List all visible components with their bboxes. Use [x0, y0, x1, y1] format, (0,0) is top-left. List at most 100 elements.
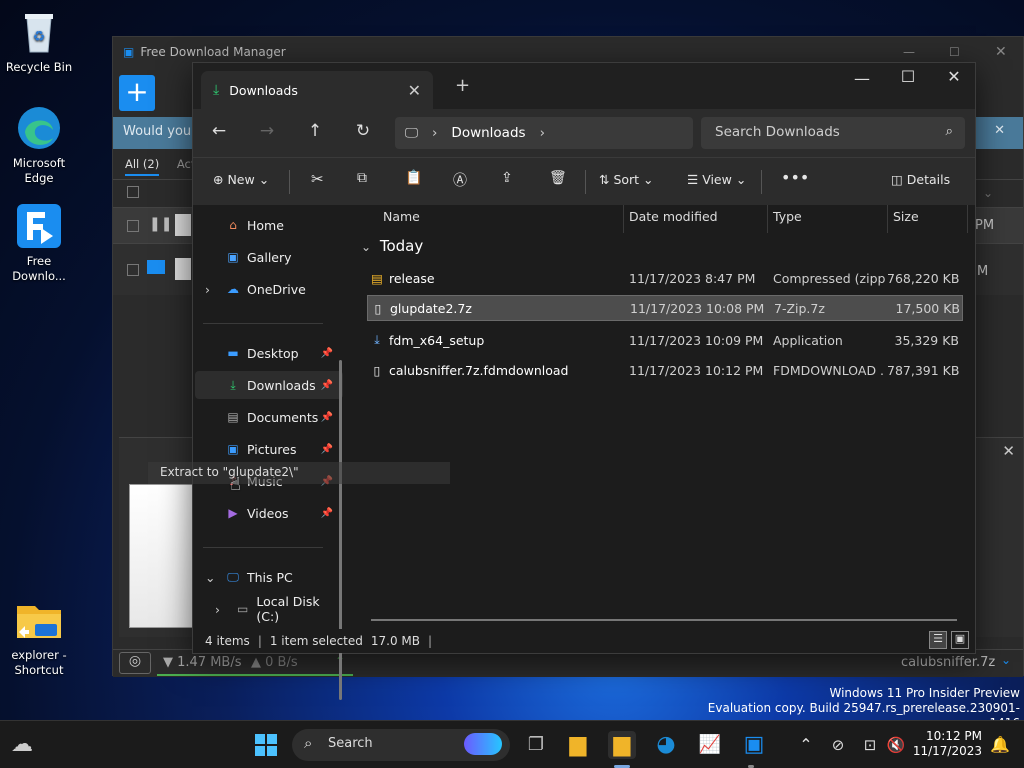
file-row-selected[interactable]: ▯ glupdate2.7z 11/17/2023 10:08 PM 7-Zip… — [367, 295, 963, 321]
new-tab-button[interactable]: + — [455, 75, 470, 96]
copilot-icon[interactable] — [464, 733, 502, 755]
file-name: fdm_x64_setup — [389, 332, 485, 348]
rename-icon[interactable]: Ⓐ — [453, 170, 467, 190]
system-clock[interactable]: 10:12 PM 11/17/2023 — [900, 729, 982, 759]
tab-downloads[interactable]: ⤓ Downloads ✕ — [201, 71, 433, 109]
up-button[interactable]: ↑ — [303, 121, 327, 141]
desktop-icon-edge[interactable]: Microsoft Edge — [1, 104, 77, 186]
close-icon[interactable]: ✕ — [1002, 442, 1015, 460]
chevron-right-icon[interactable]: › — [205, 282, 210, 297]
taskbar-search[interactable]: ⌕ Search — [292, 729, 510, 761]
chevron-down-icon[interactable]: ⌄ — [1001, 653, 1011, 667]
chevron-down-icon[interactable]: ⌄ — [983, 186, 993, 200]
start-icon[interactable] — [252, 731, 280, 759]
sidebar-item-localdisk[interactable]: › ▭ Local Disk (C:) — [195, 594, 343, 624]
chevron-down-icon[interactable]: ⌄ — [205, 570, 215, 585]
sidebar-item-desktop[interactable]: ▬ Desktop 📌 — [195, 339, 343, 367]
sidebar-item-downloads[interactable]: ⤓ Downloads 📌 — [195, 371, 343, 399]
delete-icon[interactable]: 🗑 — [549, 170, 567, 186]
file-row[interactable]: ▯ calubsniffer.7z.fdmdownload 11/17/2023… — [367, 357, 963, 383]
chevron-down-icon[interactable]: ⌄ — [361, 240, 371, 254]
desktop-icon-explorer-shortcut[interactable]: explorer - Shortcut — [1, 596, 77, 678]
view-button[interactable]: ☰ View ⌄ — [687, 172, 746, 187]
close-icon[interactable]: ✕ — [995, 44, 1007, 60]
address-bar[interactable]: 🖵 › Downloads › — [395, 117, 693, 149]
forward-button[interactable]: → — [255, 121, 279, 141]
more-options-icon[interactable]: ••• — [781, 168, 809, 187]
upload-speed-value: 0 B/s — [265, 655, 298, 670]
chevron-right-icon[interactable]: › — [215, 602, 220, 617]
cut-icon[interactable]: ✂ — [311, 170, 324, 188]
maximize-icon[interactable]: ☐ — [949, 45, 960, 59]
task-manager-icon[interactable]: 📈 — [696, 731, 724, 759]
sidebar-item-pictures[interactable]: ▣ Pictures 📌 — [195, 435, 343, 463]
task-view-icon[interactable]: ❐ — [522, 731, 550, 759]
sidebar-item-label: Documents — [247, 409, 319, 425]
row-checkbox[interactable] — [127, 264, 139, 276]
no-network-icon[interactable]: ⊘ — [824, 731, 852, 759]
column-header-date[interactable]: Date modified — [629, 209, 718, 233]
minimize-button[interactable]: — — [839, 69, 885, 88]
sort-button[interactable]: ⇅ Sort ⌄ — [599, 172, 654, 187]
paste-icon[interactable]: 📋 — [405, 170, 422, 186]
no-camera-icon[interactable]: ⊡ — [856, 731, 884, 759]
column-header-type[interactable]: Type — [773, 209, 802, 233]
notification-bell-icon[interactable]: 🔔 — [986, 731, 1014, 759]
snail-icon[interactable]: ◎ — [119, 652, 151, 674]
column-header-name[interactable]: Name — [383, 209, 420, 233]
chevron-up-icon[interactable]: ⌃ — [792, 731, 820, 759]
horizontal-scrollbar[interactable] — [371, 619, 957, 621]
refresh-button[interactable]: ↻ — [351, 121, 375, 141]
desktop-icon-recycle-bin[interactable]: ♻ Recycle Bin — [1, 8, 77, 75]
edge-icon[interactable]: ◕ — [652, 731, 680, 759]
chevron-right-icon[interactable]: › — [432, 125, 437, 141]
details-button[interactable]: ◫ Details — [891, 172, 950, 187]
weather-icon[interactable]: ☁ — [8, 731, 36, 759]
upload-speed: ▲ 0 B/s — [251, 655, 298, 670]
search-icon: ⌕ — [304, 734, 313, 752]
back-button[interactable]: ← — [207, 121, 231, 141]
pause-icon[interactable]: ❚❚ — [149, 216, 172, 232]
close-button[interactable]: ✕ — [931, 67, 977, 86]
copy-icon[interactable]: ⧉ — [357, 170, 367, 186]
pin-icon[interactable]: 📌 — [321, 444, 333, 455]
folder-icon[interactable] — [147, 260, 165, 274]
tab-all[interactable]: All (2) — [125, 157, 160, 176]
sidebar-item-home[interactable]: ⌂ Home — [195, 211, 343, 239]
fdm-app-icon[interactable]: ▣ — [740, 731, 768, 759]
chevron-right-icon[interactable]: › — [540, 125, 545, 141]
desktop-icon-fdm[interactable]: Free Downlo... — [1, 202, 77, 284]
sidebar-item-documents[interactable]: ▤ Documents 📌 — [195, 403, 343, 431]
details-view-icon[interactable]: ☰ — [929, 631, 947, 649]
pin-icon[interactable]: 📌 — [321, 380, 333, 391]
pin-icon[interactable]: 📌 — [321, 348, 333, 359]
file-explorer-icon[interactable]: ▆ — [564, 731, 592, 759]
share-icon[interactable]: ⇪ — [501, 170, 513, 186]
group-header-today[interactable]: ⌄ Today — [361, 237, 423, 255]
search-input[interactable]: Search Downloads ⌕ — [701, 117, 965, 149]
close-tab-icon[interactable]: ✕ — [408, 81, 421, 100]
sidebar-item-onedrive[interactable]: › ☁ OneDrive — [195, 275, 343, 303]
select-all-checkbox[interactable] — [127, 186, 139, 198]
column-header-size[interactable]: Size — [893, 209, 919, 233]
minimize-icon[interactable]: — — [903, 45, 915, 59]
breadcrumb[interactable]: Downloads — [451, 125, 525, 141]
add-download-button[interactable]: + — [119, 75, 155, 111]
file-row[interactable]: ⤓ fdm_x64_setup 11/17/2023 10:09 PM Appl… — [367, 327, 963, 353]
sidebar-item-gallery[interactable]: ▣ Gallery — [195, 243, 343, 271]
address-bar-row: ← → ↑ ↻ 🖵 › Downloads › Search Downloads… — [193, 109, 975, 157]
row-time: M — [977, 264, 989, 279]
pin-icon[interactable]: 📌 — [321, 508, 333, 519]
video-icon: ▶ — [228, 506, 238, 520]
sidebar-item-thispc[interactable]: ⌄ 🖵 This PC — [195, 563, 343, 591]
row-checkbox[interactable] — [127, 220, 139, 232]
file-type: Compressed (zipp... — [773, 270, 885, 286]
new-button[interactable]: ⊕ New ⌄ — [213, 172, 269, 187]
file-explorer-icon[interactable]: ▆ — [608, 731, 636, 759]
close-icon[interactable]: ✕ — [994, 123, 1005, 138]
file-row[interactable]: ▤ release 11/17/2023 8:47 PM Compressed … — [367, 265, 963, 291]
sidebar-item-videos[interactable]: ▶ Videos 📌 — [195, 499, 343, 527]
maximize-button[interactable]: ☐ — [885, 67, 931, 86]
tiles-view-icon[interactable]: ▣ — [951, 631, 969, 649]
pin-icon[interactable]: 📌 — [321, 412, 333, 423]
